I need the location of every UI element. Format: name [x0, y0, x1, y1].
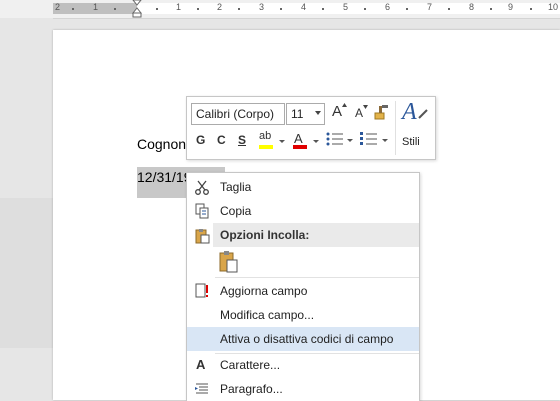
- chevron-down-icon: [313, 140, 319, 143]
- font-icon: A: [196, 357, 206, 372]
- ruler-label: 8: [469, 2, 475, 12]
- ruler-label: 2: [217, 2, 223, 12]
- font-name-combobox[interactable]: Calibri (Corpo): [191, 103, 285, 125]
- left-gutter: [0, 18, 53, 400]
- styles-button[interactable]: A Stili: [398, 99, 432, 157]
- menu-item-label: Copia: [220, 204, 252, 218]
- highlight-button[interactable]: ab: [257, 130, 285, 152]
- menu-item-label: Attiva o disattiva codici di campo: [220, 332, 394, 346]
- ruler-label: 5: [343, 2, 349, 12]
- font-color-bar: [293, 145, 307, 149]
- bullet-list-icon: [326, 132, 343, 146]
- shrink-font-button[interactable]: A: [355, 106, 363, 120]
- update-field-icon: [195, 283, 208, 298]
- menu-item-paragraph[interactable]: Paragrafo...: [187, 377, 419, 401]
- shrink-arrow-icon: [363, 105, 368, 109]
- paste-icon: [195, 229, 210, 244]
- styles-label: Stili: [402, 136, 420, 148]
- context-menu: Taglia Copia Opzioni Incolla: Aggiorna c…: [186, 172, 420, 401]
- bold-button[interactable]: G: [196, 133, 205, 147]
- ruler-label: 4: [301, 2, 307, 12]
- menu-item-label: Modifica campo...: [220, 308, 315, 322]
- pen-icon: [418, 109, 428, 119]
- scissors-icon: [195, 180, 209, 195]
- bullets-button[interactable]: [325, 130, 353, 152]
- ruler-label: 9: [508, 2, 514, 12]
- menu-item-font[interactable]: A Carattere...: [187, 353, 419, 377]
- menu-item-edit-field[interactable]: Modifica campo...: [187, 303, 419, 327]
- chevron-down-icon: [315, 111, 321, 115]
- ruler-label: 2: [55, 2, 61, 12]
- menu-item-cut[interactable]: Taglia: [187, 175, 419, 199]
- copy-icon: [195, 203, 209, 219]
- menu-item-label: Taglia: [220, 180, 252, 194]
- font-size-value: 11: [291, 107, 304, 121]
- highlight-color-bar: [259, 145, 273, 149]
- font-color-icon: A: [294, 131, 303, 146]
- ruler-text-area: [137, 3, 560, 14]
- menu-item-copy[interactable]: Copia: [187, 199, 419, 223]
- menu-item-label: Carattere...: [220, 358, 281, 372]
- format-painter-icon[interactable]: [373, 103, 391, 121]
- ruler-label: 3: [259, 2, 265, 12]
- grow-font-button[interactable]: A: [332, 103, 342, 120]
- menu-item-label: Aggiorna campo: [220, 284, 308, 298]
- menu-item-label: Paragrafo...: [220, 382, 283, 396]
- font-color-button[interactable]: A: [291, 130, 319, 152]
- menu-item-toggle-field-codes[interactable]: Attiva o disattiva codici di campo: [187, 327, 419, 351]
- menu-item-update-field[interactable]: Aggiorna campo: [187, 279, 419, 303]
- paste-options-label: Opzioni Incolla:: [220, 228, 310, 242]
- underline-button[interactable]: S: [238, 133, 246, 147]
- highlighter-icon: ab: [259, 130, 272, 142]
- ruler-label: 10: [548, 2, 559, 12]
- ruler-label: 6: [385, 2, 391, 12]
- ruler-label: 1: [176, 2, 182, 12]
- grow-arrow-icon: [342, 103, 347, 107]
- ruler-label: 1: [93, 2, 99, 12]
- font-size-combobox[interactable]: 11: [286, 103, 325, 125]
- paragraph-icon: [195, 383, 208, 394]
- chevron-down-icon: [382, 139, 388, 142]
- font-name-value: Calibri (Corpo): [196, 107, 275, 121]
- paste-keep-text-only-icon[interactable]: [217, 250, 239, 274]
- chevron-down-icon: [347, 139, 353, 142]
- mini-toolbar: Calibri (Corpo) 11 A A A Stili G C S ab …: [186, 96, 436, 160]
- numbered-list-icon: [360, 132, 377, 145]
- indent-marker-icon[interactable]: [132, 0, 142, 18]
- chevron-down-icon: [279, 140, 285, 143]
- document-text-line[interactable]: Cognon: [137, 136, 186, 152]
- numbering-button[interactable]: [359, 130, 389, 152]
- horizontal-ruler[interactable]: 2 1 1 2 3 4 5 6 7 8 9 10: [0, 0, 560, 19]
- styles-icon: A: [402, 99, 417, 125]
- italic-button[interactable]: C: [217, 133, 226, 147]
- paste-options-header: Opzioni Incolla:: [213, 223, 419, 247]
- ruler-label: 7: [427, 2, 433, 12]
